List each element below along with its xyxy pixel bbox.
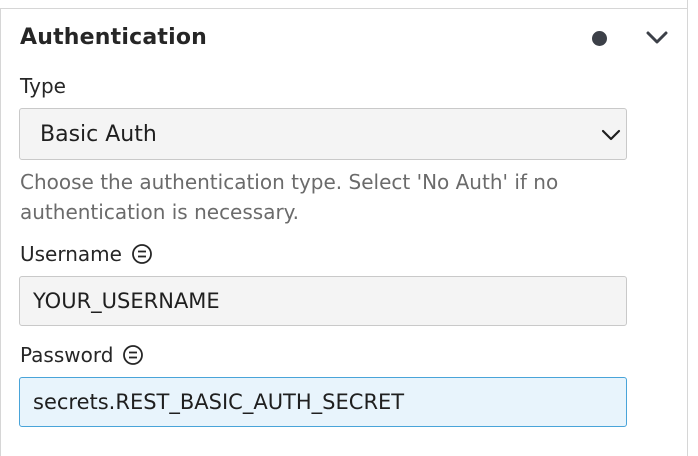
equals-circle-icon (123, 345, 144, 365)
password-info-icon[interactable] (121, 343, 145, 367)
section-title: Authentication (20, 25, 208, 50)
auth-type-select[interactable]: Basic Auth (19, 108, 627, 160)
username-input[interactable] (19, 276, 627, 326)
password-input[interactable] (19, 377, 627, 427)
auth-type-help-text: Choose the authentication type. Select '… (20, 170, 559, 224)
username-label-text: Username (20, 242, 122, 266)
equals-circle-icon (132, 244, 152, 264)
panel-right-border (687, 0, 688, 456)
password-label-text: Password (20, 343, 114, 367)
type-label-text: Type (20, 74, 66, 98)
panel-left-border (0, 8, 1, 456)
collapse-toggle-button[interactable] (644, 26, 670, 50)
modified-indicator-icon (592, 31, 607, 46)
type-label: Type (20, 74, 66, 98)
select-chevron-down-icon (601, 129, 621, 141)
password-label: Password (20, 343, 145, 367)
chevron-down-icon (646, 31, 668, 44)
auth-type-selected-value: Basic Auth (40, 122, 157, 147)
username-info-icon[interactable] (130, 242, 154, 266)
username-label: Username (20, 242, 154, 266)
authentication-section-header[interactable]: Authentication (0, 9, 687, 67)
